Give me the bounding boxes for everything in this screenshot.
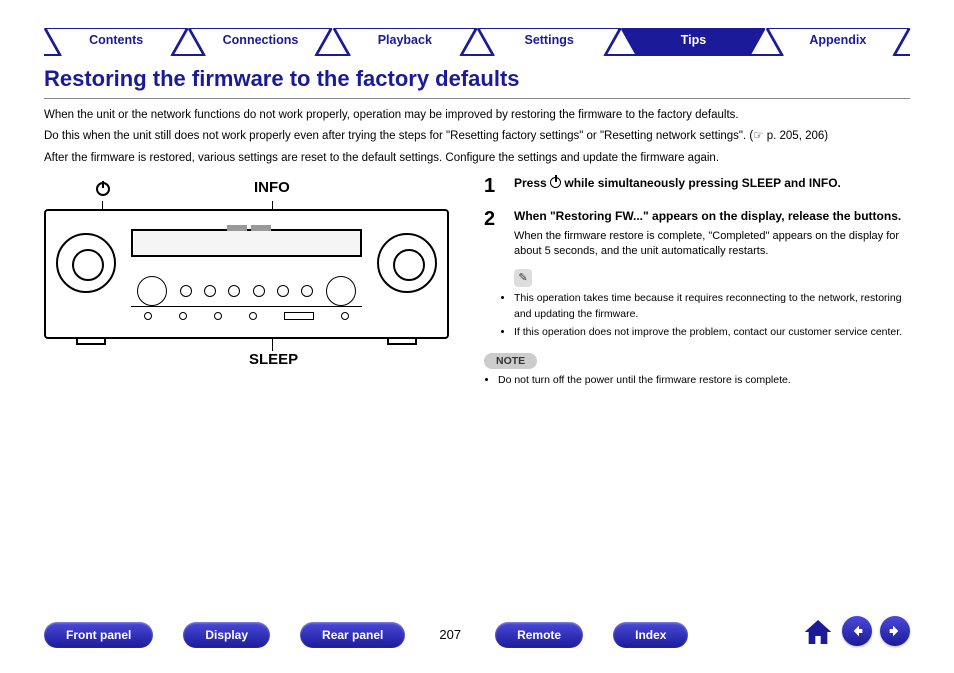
step-1: 1 Press while simultaneously pressing SL… xyxy=(484,175,910,198)
tab-label: Connections xyxy=(223,33,299,47)
tip-list: This operation takes time because it req… xyxy=(484,291,910,340)
tab-settings[interactable]: Settings xyxy=(477,28,621,54)
tab-label: Playback xyxy=(378,33,432,47)
step-text: Press while simultaneously pressing SLEE… xyxy=(514,175,841,198)
footer-button-rear-panel[interactable]: Rear panel xyxy=(300,622,405,648)
tab-label: Appendix xyxy=(809,33,866,47)
step-number: 1 xyxy=(484,175,502,198)
intro-p3: After the firmware is restored, various … xyxy=(44,150,910,167)
tab-label: Settings xyxy=(524,33,573,47)
diagram-label-info: INFO xyxy=(254,179,290,196)
device-front-illustration xyxy=(44,209,449,339)
tab-appendix[interactable]: Appendix xyxy=(766,28,910,54)
intro-p1: When the unit or the network functions d… xyxy=(44,107,910,124)
page-ref-link[interactable]: ☞ p. 205, 206 xyxy=(753,130,824,142)
speaker-icon xyxy=(377,233,437,293)
tip-item: This operation takes time because it req… xyxy=(514,291,910,321)
tab-label: Tips xyxy=(681,33,706,47)
instructions: 1 Press while simultaneously pressing SL… xyxy=(484,175,910,391)
title-divider xyxy=(44,98,910,99)
tab-contents[interactable]: Contents xyxy=(44,28,188,54)
top-tabs: Contents Connections Playback Settings T… xyxy=(0,0,954,54)
diagram-label-sleep: SLEEP xyxy=(249,351,298,368)
footer-button-index[interactable]: Index xyxy=(613,622,688,648)
page-title: Restoring the firmware to the factory de… xyxy=(44,66,910,92)
display-panel xyxy=(131,229,362,257)
tab-label: Contents xyxy=(89,33,143,47)
speaker-icon xyxy=(56,233,116,293)
note-item: Do not turn off the power until the firm… xyxy=(498,373,910,388)
home-icon[interactable] xyxy=(802,616,834,653)
footer-button-remote[interactable]: Remote xyxy=(495,622,583,648)
next-page-button[interactable] xyxy=(880,616,910,646)
footer-button-front-panel[interactable]: Front panel xyxy=(44,622,153,648)
pencil-icon: ✎ xyxy=(514,269,532,287)
prev-page-button[interactable] xyxy=(842,616,872,646)
intro-text: When the unit or the network functions d… xyxy=(44,107,910,167)
page-footer: Front panel Display Rear panel 207 Remot… xyxy=(0,616,954,653)
footer-button-display[interactable]: Display xyxy=(183,622,270,648)
device-diagram: INFO xyxy=(44,175,464,391)
note-badge: NOTE xyxy=(484,353,537,369)
step-number: 2 xyxy=(484,208,502,260)
step-text: When "Restoring FW..." appears on the di… xyxy=(514,208,910,225)
page-number: 207 xyxy=(439,627,461,642)
tab-playback[interactable]: Playback xyxy=(333,28,477,54)
power-icon xyxy=(96,179,110,200)
tip-item: If this operation does not improve the p… xyxy=(514,325,910,340)
note-list: Do not turn off the power until the firm… xyxy=(484,373,910,388)
power-icon xyxy=(550,177,561,188)
step-2: 2 When "Restoring FW..." appears on the … xyxy=(484,208,910,260)
intro-p2: Do this when the unit still does not wor… xyxy=(44,128,910,145)
tab-tips[interactable]: Tips xyxy=(621,28,765,54)
step-subtext: When the firmware restore is complete, "… xyxy=(514,229,910,260)
tab-connections[interactable]: Connections xyxy=(188,28,332,54)
